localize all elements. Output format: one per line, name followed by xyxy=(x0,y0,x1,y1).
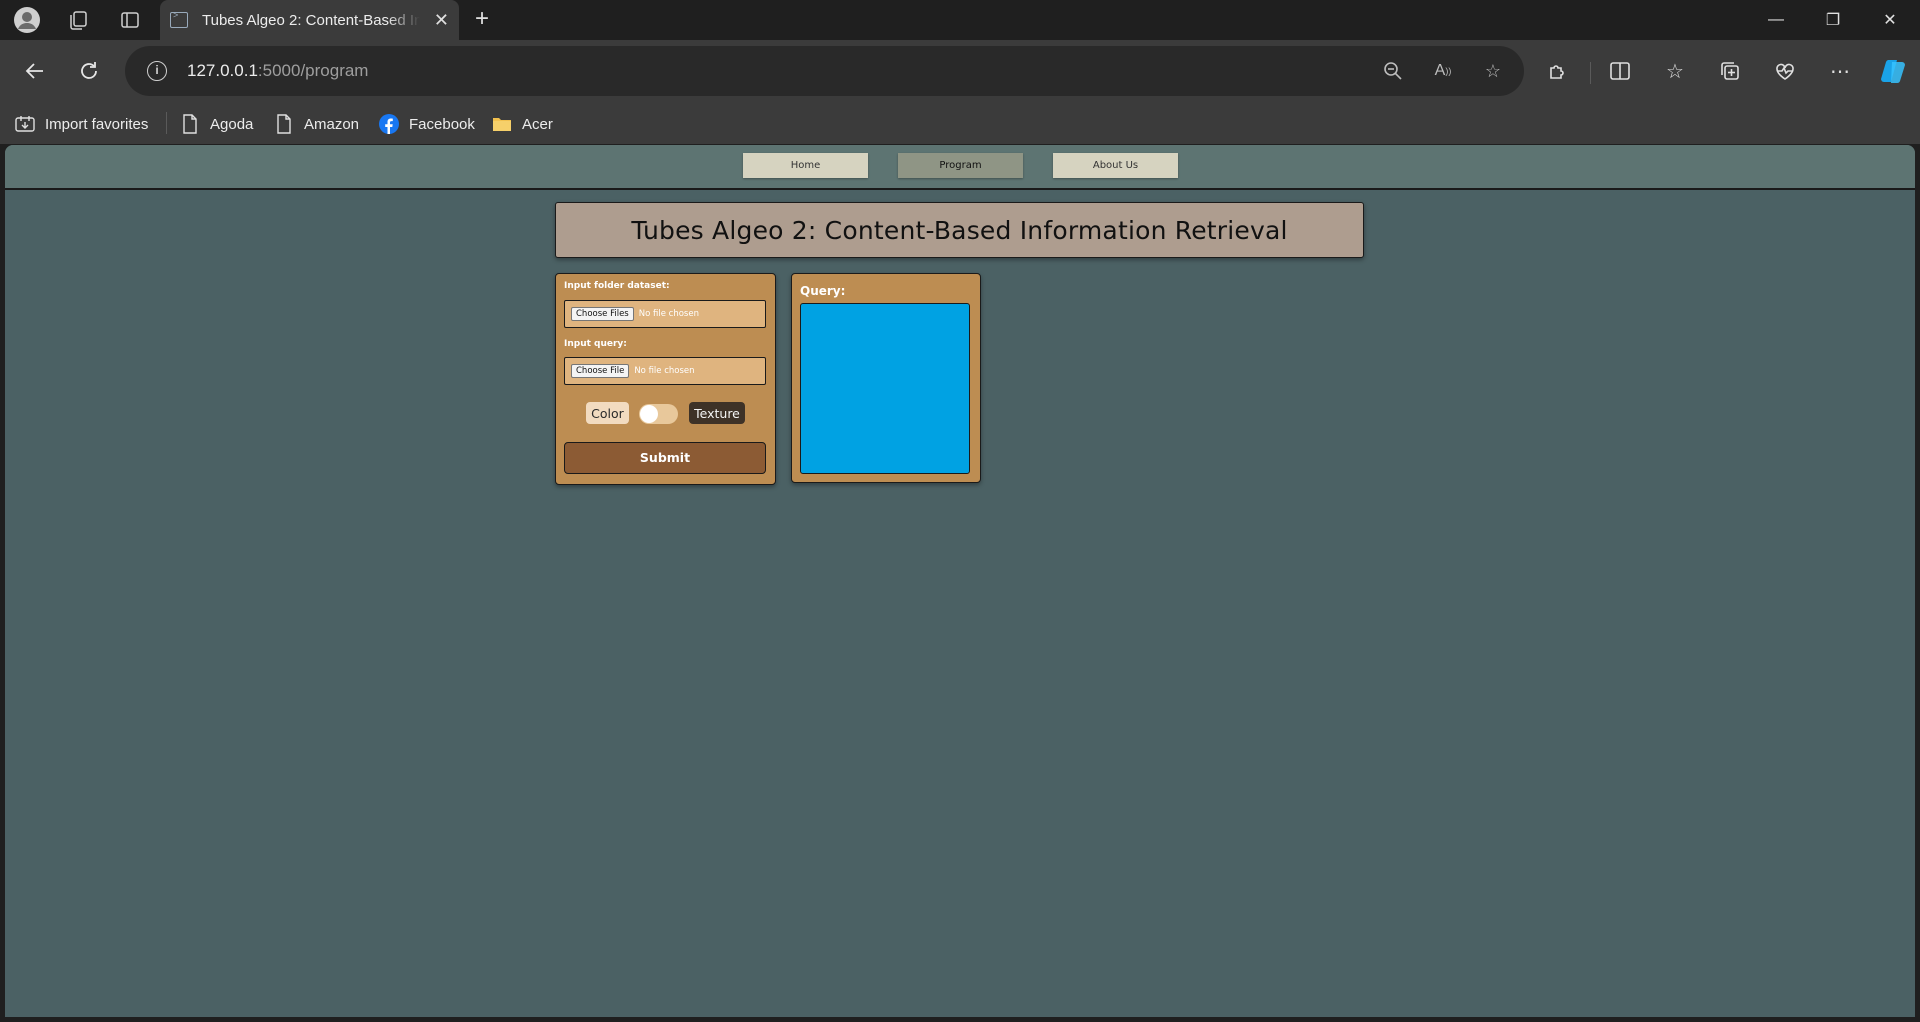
nav-program-button[interactable]: Program xyxy=(898,153,1023,178)
color-mode-label: Color xyxy=(586,402,629,424)
page-viewport: Home Program About Us Tubes Algeo 2: Con… xyxy=(5,145,1915,1017)
query-preview-panel: Query: xyxy=(791,273,981,483)
window-close-button[interactable]: ✕ xyxy=(1862,0,1918,40)
back-arrow-icon[interactable] xyxy=(18,54,52,88)
input-form-panel: Input folder dataset: Choose Files No fi… xyxy=(555,273,776,485)
tab-favicon-icon xyxy=(170,10,188,28)
submit-button[interactable]: Submit xyxy=(564,442,766,474)
mode-toggle-row: Color Texture xyxy=(556,402,777,426)
page-icon xyxy=(180,114,200,134)
query-file-status: No file chosen xyxy=(634,366,695,376)
browser-titlebar: Tubes Algeo 2: Content-Based Information… xyxy=(0,0,1920,40)
bookmark-label: Agoda xyxy=(210,115,254,133)
restore-button[interactable]: ❐ xyxy=(1805,0,1861,40)
bookmark-label: Acer xyxy=(522,115,553,133)
profile-icon[interactable] xyxy=(13,6,41,34)
copilot-icon[interactable] xyxy=(1877,52,1911,90)
zoom-out-icon[interactable] xyxy=(1380,58,1406,84)
vertical-tabs-icon[interactable] xyxy=(116,6,144,34)
nav-about-button[interactable]: About Us xyxy=(1053,153,1178,178)
favorite-star-icon[interactable]: ☆ xyxy=(1480,58,1506,84)
refresh-icon[interactable] xyxy=(72,54,106,88)
bookmark-agoda[interactable]: Agoda xyxy=(180,112,253,136)
bookmark-label: Amazon xyxy=(304,115,360,133)
texture-mode-label: Texture xyxy=(689,402,745,424)
query-label: Query: xyxy=(800,284,846,298)
tab-title: Tubes Algeo 2: Content-Based Information… xyxy=(202,11,420,29)
favorites-list-icon[interactable]: ☆ xyxy=(1658,52,1692,90)
page-icon xyxy=(274,114,294,134)
workspaces-icon[interactable] xyxy=(64,6,92,34)
page-header: Tubes Algeo 2: Content-Based Information… xyxy=(555,202,1364,258)
minimize-button[interactable]: — xyxy=(1748,0,1804,40)
more-options-icon[interactable]: ⋯ xyxy=(1823,52,1857,90)
bookmark-label: Import favorites xyxy=(45,115,149,133)
bookmarks-divider xyxy=(166,112,167,134)
query-choose-file-button[interactable]: Choose File xyxy=(571,364,630,378)
split-screen-icon[interactable] xyxy=(1603,52,1637,90)
page-title: Tubes Algeo 2: Content-Based Information… xyxy=(631,215,1288,245)
extensions-icon[interactable] xyxy=(1541,52,1575,90)
tab-close-icon[interactable]: ✕ xyxy=(434,10,449,31)
import-favorites-icon xyxy=(15,114,35,134)
browser-essentials-icon[interactable] xyxy=(1768,52,1802,90)
dataset-file-input[interactable]: Choose Files No file chosen xyxy=(564,300,766,328)
browser-navbar: i 127.0.0.1:5000/program A)) ☆ ☆ ⋯ xyxy=(0,40,1920,102)
new-tab-button[interactable]: + xyxy=(468,6,496,34)
dataset-file-status: No file chosen xyxy=(638,309,699,319)
query-image-placeholder xyxy=(800,303,970,474)
dataset-choose-files-button[interactable]: Choose Files xyxy=(571,307,634,321)
url-text[interactable]: 127.0.0.1:5000/program xyxy=(187,61,368,81)
folder-icon xyxy=(492,114,512,134)
query-file-input[interactable]: Choose File No file chosen xyxy=(564,357,766,385)
bookmark-amazon[interactable]: Amazon xyxy=(274,112,359,136)
site-info-icon[interactable]: i xyxy=(147,61,167,81)
dataset-label: Input folder dataset: xyxy=(564,281,670,291)
read-aloud-icon[interactable]: A)) xyxy=(1430,58,1456,84)
nav-home-button[interactable]: Home xyxy=(743,153,868,178)
bookmarks-bar: Import favorites Agoda Amazon Facebook A… xyxy=(0,102,1920,144)
site-navbar: Home Program About Us xyxy=(5,145,1915,190)
browser-tab-active[interactable]: Tubes Algeo 2: Content-Based Information… xyxy=(160,0,459,40)
bookmark-import-favorites[interactable]: Import favorites xyxy=(15,112,148,136)
bookmark-acer[interactable]: Acer xyxy=(492,112,553,136)
bookmark-facebook[interactable]: Facebook xyxy=(379,112,475,136)
toolbar-divider xyxy=(1590,62,1591,84)
collections-icon[interactable] xyxy=(1713,52,1747,90)
mode-toggle-switch[interactable] xyxy=(639,404,678,424)
toggle-knob xyxy=(640,405,658,423)
address-bar[interactable]: i 127.0.0.1:5000/program A)) ☆ xyxy=(125,46,1524,96)
facebook-icon xyxy=(379,114,399,134)
bookmark-label: Facebook xyxy=(409,115,475,133)
query-input-label: Input query: xyxy=(564,339,627,349)
